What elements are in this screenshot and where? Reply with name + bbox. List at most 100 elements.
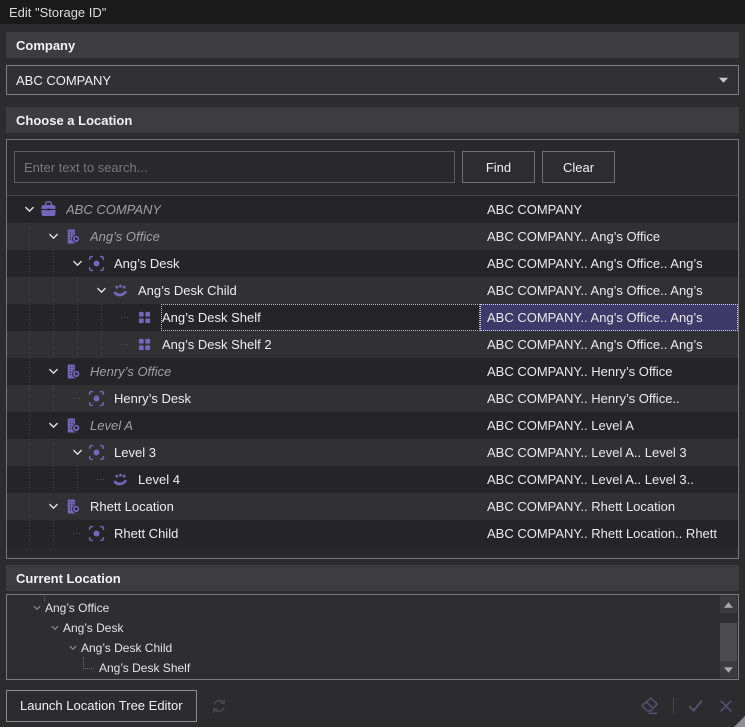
current-location-item[interactable]: Ang’s Desk: [13, 618, 716, 638]
chevron-down-icon[interactable]: [45, 223, 62, 250]
scroll-down-button[interactable]: [720, 661, 737, 678]
chevron-down-icon[interactable]: [65, 643, 81, 653]
company-section-header: Company: [6, 32, 739, 58]
tree-row-path[interactable]: ABC COMPANY.. Ang’s Office.. Ang’s: [480, 331, 738, 358]
clear-button[interactable]: Clear: [542, 151, 615, 183]
tree-row-path[interactable]: ABC COMPANY.. Ang’s Office.. Ang’s: [480, 304, 738, 331]
tree-indent: [7, 385, 69, 412]
tree-row-path[interactable]: ABC COMPANY.. Ang’s Office.. Ang’s: [480, 250, 738, 277]
current-location-item[interactable]: Ang’s Office: [13, 598, 716, 618]
tree-row-label: Level 4: [138, 472, 180, 487]
tree-row[interactable]: Ang’s Desk Shelf 2 ABC COMPANY.. Ang’s Of…: [7, 331, 738, 358]
tree-row-label: Level 3: [114, 445, 156, 460]
location-section-label: Choose a Location: [16, 113, 132, 128]
current-location-item[interactable]: Ang’s Desk Child: [13, 638, 716, 658]
tree-row[interactable]: Henry’s OfficeABC COMPANY.. Henry’s Offi…: [7, 358, 738, 385]
tree-row-label: Ang’s Desk Shelf: [162, 310, 261, 325]
chevron-down-icon[interactable]: [93, 277, 110, 304]
current-location-item-label: Ang’s Office: [45, 601, 109, 615]
tree-row-name-cell[interactable]: ABC COMPANY: [65, 196, 480, 223]
tree-row-name-cell[interactable]: Level 4: [137, 466, 480, 493]
tree-row-name-cell[interactable]: Henry’s Desk: [113, 385, 480, 412]
footer-action-icons: [638, 694, 735, 717]
current-location-section-header: Current Location: [6, 565, 739, 591]
tree-row[interactable]: Level 3 ABC COMPANY.. Level A.. Level 3: [7, 439, 738, 466]
launch-location-tree-editor-button[interactable]: Launch Location Tree Editor: [6, 690, 197, 722]
eraser-icon[interactable]: [638, 694, 661, 717]
tree-row[interactable]: Rhett ChildABC COMPANY.. Rhett Location.…: [7, 520, 738, 547]
tree-indent: [7, 304, 117, 331]
tree-connector: [83, 657, 94, 669]
tree-row[interactable]: Ang’s Desk ChildABC COMPANY.. Ang’s Offi…: [7, 277, 738, 304]
tree-row-path[interactable]: ABC COMPANY.. Henry’s Office: [480, 358, 738, 385]
tree-row-path[interactable]: ABC COMPANY.. Level A.. Level 3: [480, 439, 738, 466]
tree-row-name-cell[interactable]: Henry’s Office: [89, 358, 480, 385]
chevron-down-icon[interactable]: [718, 76, 729, 84]
hand-icon: [110, 466, 131, 493]
tree-indent: [7, 277, 93, 304]
tree-row-label: Ang’s Desk Shelf 2: [162, 337, 272, 352]
tree-row-path[interactable]: ABC COMPANY.. Level A: [480, 412, 738, 439]
tree-row[interactable]: Henry’s DeskABC COMPANY.. Henry’s Office…: [7, 385, 738, 412]
building-icon: [62, 358, 83, 385]
refresh-icon[interactable]: [210, 697, 228, 715]
find-button[interactable]: Find: [462, 151, 535, 183]
tree-row[interactable]: Level A ABC COMPANY.. Level A: [7, 412, 738, 439]
tree-row-path[interactable]: ABC COMPANY.. Rhett Location.. Rhett: [480, 520, 738, 547]
tree-row-path[interactable]: ABC COMPANY.. Level A.. Level 3..: [480, 466, 738, 493]
location-tree: ABC COMPANYABC COMPANY Ang’s Office ABC CO…: [7, 195, 738, 547]
building-icon: [62, 493, 83, 520]
tree-row-name-cell[interactable]: Rhett Location: [89, 493, 480, 520]
target-icon: [86, 250, 107, 277]
tree-row-path[interactable]: ABC COMPANY: [480, 196, 738, 223]
tree-row-name-cell[interactable]: Rhett Child: [113, 520, 480, 547]
company-select[interactable]: ABC COMPANY: [6, 65, 739, 95]
tree-row-name-cell[interactable]: Ang’s Desk Child: [137, 277, 480, 304]
tree-indent: [7, 493, 45, 520]
current-location-scrollbar[interactable]: [720, 596, 737, 678]
tree-row-label: Level A: [90, 418, 133, 433]
tree-row-name-cell[interactable]: Ang’s Office: [89, 223, 480, 250]
tree-row-label: Rhett Location: [90, 499, 174, 514]
tree-row-name-cell[interactable]: Ang’s Desk: [113, 250, 480, 277]
chevron-down-icon[interactable]: [45, 358, 62, 385]
search-input[interactable]: [14, 151, 455, 183]
tree-row-path[interactable]: ABC COMPANY.. Ang’s Office.. Ang’s: [480, 277, 738, 304]
close-icon[interactable]: [717, 697, 735, 715]
tree-row-label: Ang’s Desk: [114, 256, 180, 271]
chevron-down-icon[interactable]: [29, 603, 45, 613]
tree-row-name-cell[interactable]: Ang’s Desk Shelf: [161, 304, 480, 331]
tree-row-path[interactable]: ABC COMPANY.. Ang’s Office: [480, 223, 738, 250]
tree-row[interactable]: Rhett Location ABC COMPANY.. Rhett Locati…: [7, 493, 738, 520]
tree-row[interactable]: ABC COMPANYABC COMPANY: [7, 196, 738, 223]
tree-row-path[interactable]: ABC COMPANY.. Rhett Location: [480, 493, 738, 520]
chevron-down-icon[interactable]: [69, 250, 86, 277]
tree-row[interactable]: Ang’s Desk ABC COMPANY.. Ang’s Office.. A…: [7, 250, 738, 277]
tree-row[interactable]: Level 4 ABC COMPANY.. Level A.. Level 3..: [7, 466, 738, 493]
tree-row-path[interactable]: ABC COMPANY.. Henry’s Office..: [480, 385, 738, 412]
scroll-up-button[interactable]: [720, 596, 737, 613]
check-icon[interactable]: [686, 696, 705, 715]
scrollbar-track[interactable]: [720, 613, 737, 661]
resize-grip[interactable]: [734, 716, 745, 727]
tree-connector: [93, 466, 110, 493]
chevron-down-icon[interactable]: [21, 196, 38, 223]
divider: [673, 697, 674, 715]
chevron-down-icon[interactable]: [45, 493, 62, 520]
tree-row-label: Ang’s Office: [90, 229, 160, 244]
chevron-down-icon[interactable]: [69, 439, 86, 466]
tree-row[interactable]: Ang’s Desk Shelf ABC COMPANY.. Ang’s Offi…: [7, 304, 738, 331]
chevron-down-icon[interactable]: [45, 412, 62, 439]
scrollbar-thumb[interactable]: [720, 623, 737, 661]
tree-row-name-cell[interactable]: Level A: [89, 412, 480, 439]
tree-row-name-cell[interactable]: Level 3: [113, 439, 480, 466]
hand-icon: [110, 277, 131, 304]
tree-row-name-cell[interactable]: Ang’s Desk Shelf 2: [161, 331, 480, 358]
tree-row[interactable]: Ang’s Office ABC COMPANY.. Ang’s Office: [7, 223, 738, 250]
dialog-body: Company ABC COMPANY Choose a Location Fi…: [0, 24, 745, 725]
company-selected-value: ABC COMPANY: [16, 73, 718, 88]
location-panel: Find Clear ABC COMPANYABC COMPANYAng’s O…: [6, 139, 739, 559]
chevron-down-icon[interactable]: [47, 623, 63, 633]
target-icon: [86, 439, 107, 466]
current-location-item[interactable]: Ang’s Desk Shelf: [13, 658, 716, 678]
